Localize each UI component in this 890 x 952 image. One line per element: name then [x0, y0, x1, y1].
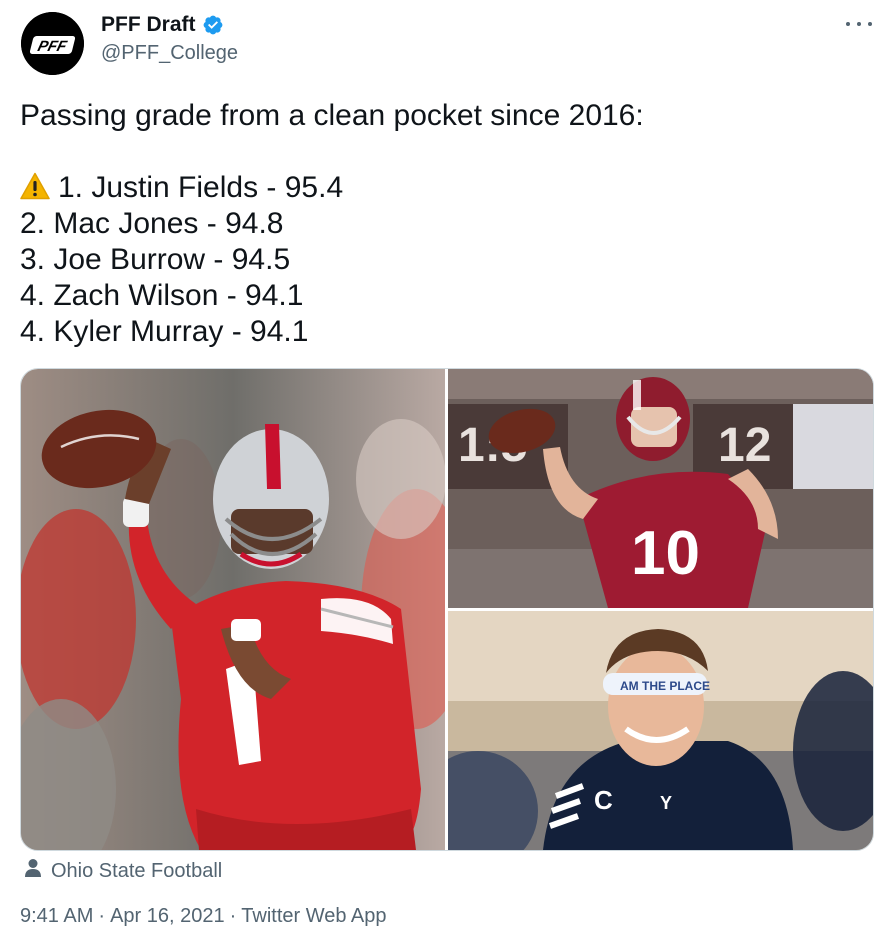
svg-text:C: C	[594, 785, 613, 815]
author-name-row: PFF Draft	[101, 13, 224, 37]
tweet-text: Passing grade from a clean pocket since …	[20, 98, 870, 350]
tweet-time[interactable]: 9:41 AM	[20, 905, 93, 927]
author-handle[interactable]: @PFF_College	[101, 42, 238, 65]
photo-mac-jones[interactable]: 1:5 12 10	[448, 369, 873, 608]
media-grid: 1:5 12 10 C Y	[20, 368, 874, 851]
tweet-line-3: 3. Joe Burrow - 94.5	[20, 243, 291, 276]
media-credit[interactable]: Ohio State Football	[24, 858, 222, 884]
tweet-line-4: 4. Zach Wilson - 94.1	[20, 279, 304, 312]
pff-logo: PFF	[21, 12, 84, 75]
tweet-meta: 9:41 AM · Apr 16, 2021 · Twitter Web App	[20, 905, 387, 927]
svg-text:Y: Y	[660, 793, 672, 813]
svg-text:10: 10	[631, 519, 700, 588]
tweet-line-intro: Passing grade from a clean pocket since …	[20, 99, 644, 132]
display-name[interactable]: PFF Draft	[101, 13, 196, 37]
more-options-icon[interactable]	[846, 14, 872, 34]
tweet-line-1: 1. Justin Fields - 95.4	[20, 170, 870, 206]
tweet-line-5: 4. Kyler Murray - 94.1	[20, 315, 309, 348]
verified-badge-icon	[202, 14, 224, 36]
media-credit-text: Ohio State Football	[51, 859, 223, 882]
person-icon	[24, 858, 42, 884]
svg-text:AM THE PLACE: AM THE PLACE	[620, 679, 710, 693]
svg-text:12: 12	[718, 419, 771, 472]
tweet-client[interactable]: Twitter Web App	[241, 905, 386, 927]
tweet-line-2: 2. Mac Jones - 94.8	[20, 207, 284, 240]
svg-text:PFF: PFF	[36, 38, 69, 55]
tweet-date[interactable]: Apr 16, 2021	[110, 905, 225, 927]
photo-zach-wilson[interactable]: C Y AM THE PLACE	[448, 611, 873, 850]
photo-justin-fields[interactable]	[21, 369, 445, 850]
warning-emoji-icon	[20, 172, 50, 209]
avatar[interactable]: PFF	[21, 12, 84, 75]
